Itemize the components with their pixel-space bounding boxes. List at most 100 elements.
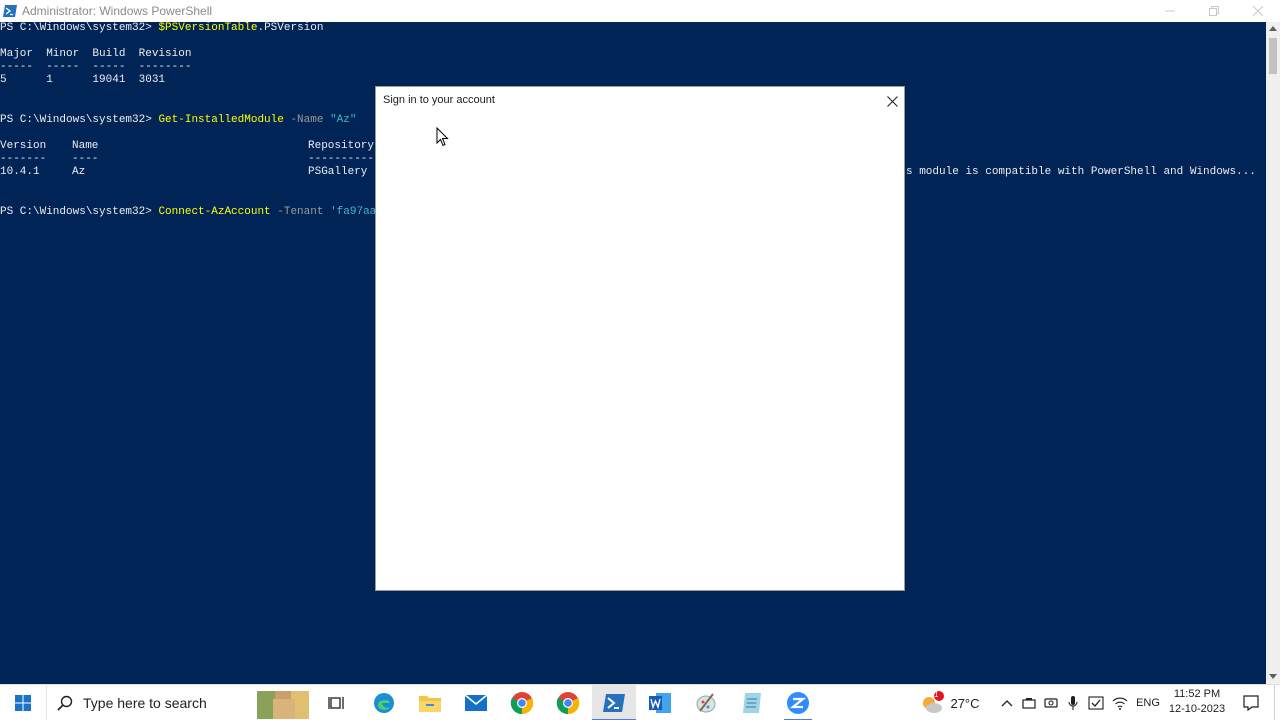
file-explorer-taskbar-button[interactable] <box>408 685 452 720</box>
show-desktop-button[interactable] <box>1274 685 1280 720</box>
scroll-down-button[interactable] <box>1266 670 1280 684</box>
dialog-close-button[interactable] <box>882 91 902 111</box>
word-taskbar-button[interactable] <box>638 685 682 720</box>
powershell-icon <box>3 5 17 17</box>
command-name: Connect-AzAccount <box>158 206 271 218</box>
start-button[interactable] <box>0 685 46 720</box>
restore-icon <box>1209 6 1219 16</box>
table-header-name: Name <box>72 140 99 152</box>
sign-in-dialog: Sign in to your account <box>375 86 905 591</box>
tray-device-button[interactable] <box>1018 685 1040 720</box>
close-icon <box>1253 6 1263 16</box>
table-header: Major Minor Build Revision <box>0 48 192 60</box>
webcam-icon <box>1044 698 1058 708</box>
table-cell-repository: PSGallery <box>308 166 368 178</box>
taskbar: Type here to search 1 27°C ENG 11:52 PM … <box>0 684 1280 720</box>
taskbar-clock[interactable]: 11:52 PM 12-10-2023 <box>1164 687 1230 717</box>
edge-taskbar-button[interactable] <box>362 685 406 720</box>
chrome-icon <box>556 692 580 715</box>
notepad-taskbar-button[interactable] <box>730 685 774 720</box>
powershell-taskbar-button[interactable] <box>592 685 636 720</box>
table-cell-name: Az <box>72 166 86 178</box>
zoom-taskbar-button[interactable] <box>776 685 820 720</box>
notification-icon <box>1243 695 1259 711</box>
chevron-down-icon <box>1269 674 1277 679</box>
table-separator: ---------- <box>308 153 375 165</box>
restore-button[interactable] <box>1192 0 1236 22</box>
window-title: Administrator: Windows PowerShell <box>22 4 213 18</box>
dialog-title: Sign in to your account <box>383 94 495 106</box>
close-icon <box>886 95 898 107</box>
language-indicator: ENG <box>1136 697 1160 709</box>
prompt: PS C:\Windows\system32> <box>0 114 159 126</box>
table-header-repository: Repository <box>308 140 375 152</box>
chevron-up-icon <box>1001 700 1013 707</box>
prompt: PS C:\Windows\system32> <box>0 22 159 34</box>
action-center-button[interactable] <box>1236 685 1266 720</box>
chrome-profile-taskbar-button[interactable] <box>546 685 590 720</box>
tray-security-button[interactable] <box>1084 685 1108 720</box>
search-icon <box>57 695 73 711</box>
table-separator: ----- ----- ----- -------- <box>0 61 192 73</box>
notepad-icon <box>743 693 761 713</box>
chrome-taskbar-button[interactable] <box>500 685 544 720</box>
command-parameter: -Tenant <box>270 206 331 218</box>
chrome-icon <box>510 692 534 715</box>
table-separator: ------- <box>0 153 47 165</box>
show-hidden-icons-button[interactable] <box>996 685 1018 720</box>
wifi-icon <box>1112 697 1128 710</box>
powershell-icon <box>603 694 625 712</box>
paint-tool-taskbar-button[interactable] <box>684 685 728 720</box>
usb-device-icon <box>1022 698 1036 709</box>
paint-brush-icon <box>696 693 716 713</box>
mail-icon <box>464 694 488 711</box>
input-language-button[interactable]: ENG <box>1132 685 1164 720</box>
scrollbar-thumb[interactable] <box>1269 38 1277 74</box>
edge-icon <box>374 693 394 713</box>
folder-icon <box>419 696 441 712</box>
tray-meet-now-button[interactable] <box>1040 685 1062 720</box>
command-line-1: PS C:\Windows\system32> $PSVersionTable.… <box>0 22 323 35</box>
microphone-icon <box>1068 696 1078 710</box>
weather-temperature[interactable]: 27°C <box>948 685 982 720</box>
clock-date: 12-10-2023 <box>1168 703 1226 715</box>
tray-network-button[interactable] <box>1108 685 1132 720</box>
command-name: Get-InstalledModule <box>158 114 284 126</box>
title-bar: Administrator: Windows PowerShell <box>0 0 1280 22</box>
temperature-text: 27°C <box>950 695 980 711</box>
weather-icon <box>923 691 944 713</box>
mouse-cursor-icon <box>436 127 449 147</box>
table-cell-version: 10.4.1 <box>0 166 40 178</box>
clock-time: 11:52 PM <box>1173 688 1221 700</box>
vertical-scrollbar[interactable] <box>1266 22 1280 684</box>
command-parameter: -Name <box>283 114 331 126</box>
word-icon <box>649 693 671 713</box>
chevron-up-icon <box>1269 26 1277 31</box>
minimize-icon <box>1165 10 1175 12</box>
scroll-up-button[interactable] <box>1266 22 1280 36</box>
command-line-3: PS C:\Windows\system32> Connect-AzAccoun… <box>0 206 376 219</box>
command-line-2: PS C:\Windows\system32> Get-InstalledMod… <box>0 114 356 127</box>
table-cell-description: s module is compatible with PowerShell a… <box>906 166 1256 178</box>
table-row: 5 1 19041 3031 <box>0 74 166 86</box>
search-highlight-icon <box>257 691 309 719</box>
command-variable: $PSVersionTable <box>158 22 258 34</box>
tray-microphone-button[interactable] <box>1062 685 1084 720</box>
command-value: "Az" <box>330 114 357 126</box>
zoom-icon <box>787 692 809 714</box>
minimize-button[interactable] <box>1148 0 1192 22</box>
task-view-button[interactable] <box>320 685 354 720</box>
table-separator: ---- <box>72 153 99 165</box>
close-window-button[interactable] <box>1236 0 1280 22</box>
windows-logo-icon <box>15 695 31 711</box>
taskbar-search-box[interactable]: Type here to search <box>46 685 316 720</box>
table-header-version: Version <box>0 140 47 152</box>
search-placeholder: Type here to search <box>83 695 207 711</box>
prompt: PS C:\Windows\system32> <box>0 206 159 218</box>
command-value: 'fa97aa <box>330 206 377 218</box>
mail-taskbar-button[interactable] <box>454 685 498 720</box>
command-property: .PSVersion <box>257 22 324 34</box>
weather-widget-icon-button[interactable]: 1 <box>916 685 948 720</box>
weather-badge: 1 <box>934 690 939 699</box>
shield-check-icon <box>1088 696 1104 710</box>
